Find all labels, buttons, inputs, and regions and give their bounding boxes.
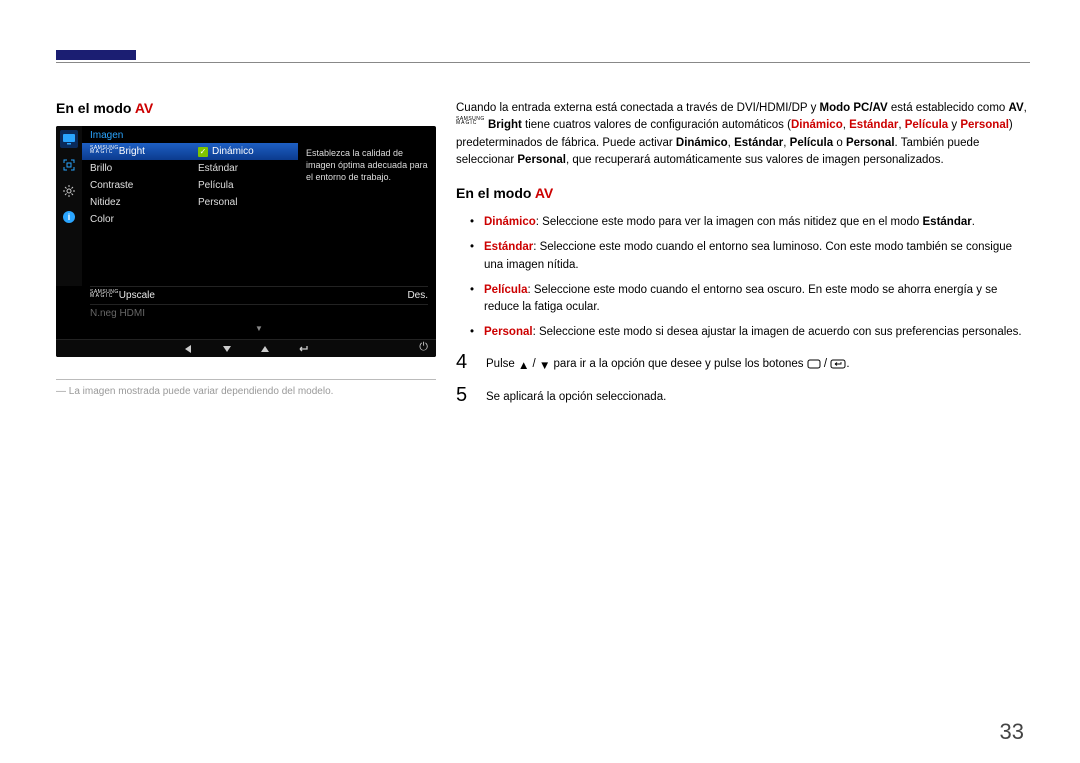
nav-up-icon [258,344,272,354]
osd-opt-pelicula: Película [190,177,298,194]
brand-tag-2: SAMSUNGMAGIC [90,290,119,298]
subheading-prefix-r: En el modo [456,185,535,201]
nav-down-icon [220,344,234,354]
step-number-5: 5 [456,385,472,406]
brand-tag-inline: SAMSUNGMAGIC [456,117,485,125]
osd-opt-personal: Personal [190,194,298,211]
check-icon: ✓ [198,147,208,157]
step-5: 5 Se aplicará la opción seleccionada. [456,385,1030,406]
content-columns: En el modo AV [56,100,1030,416]
osd-row-hdmi: N.neg HDMI [90,304,428,322]
subheading-av-mode-left: En el modo AV [56,100,436,116]
step-5-text: Se aplicará la opción seleccionada. [486,385,1030,406]
step-list: 4 Pulse ▲ / ▼ para ir a la opción que de… [456,352,1030,407]
osd-opt-dinamico-label: Dinámico [212,146,254,157]
step-number-4: 4 [456,352,472,375]
resize-icon [60,156,78,174]
osd-body: i Imagen SAMSUNGMAGICBright Brillo Contr… [56,126,436,286]
page: En el modo AV [0,0,1080,763]
down-triangle-icon: ▼ [539,358,550,375]
right-column: Cuando la entrada externa está conectada… [456,100,1030,416]
osd-scroll-down-icon: ▼ [90,322,428,335]
bullet-estandar: Estándar: Seleccione este modo cuando el… [470,239,1030,274]
subheading-prefix: En el modo [56,100,135,116]
nav-left-icon [182,344,196,354]
nav-enter-icon [296,344,310,354]
osd-row-upscale: SAMSUNGMAGICUpscale Des. [90,286,428,304]
osd-menu-col: SAMSUNGMAGICBright Brillo Contraste Niti… [82,143,190,228]
subheading-av-mode-right: En el modo AV [456,183,1030,204]
monitor-icon [60,130,78,148]
gear-icon [60,182,78,200]
osd-options-col: ✓ Dinámico Estándar Película Personal [190,143,298,228]
bullet-personal: Personal: Seleccione este modo si desea … [470,324,1030,341]
osd-screenshot: i Imagen SAMSUNGMAGICBright Brillo Contr… [56,126,436,357]
osd-item-color: Color [82,211,190,228]
model-note: La imagen mostrada puede variar dependie… [56,386,436,397]
step-4-text: Pulse ▲ / ▼ para ir a la opción que dese… [486,352,1030,375]
bullet-dinamico: Dinámico: Seleccione este modo para ver … [470,214,1030,231]
up-triangle-icon: ▲ [518,358,529,375]
brand-tag: SAMSUNGMAGIC [90,146,119,154]
subheading-av: AV [135,100,153,116]
osd-description: Establezca la calidad de imagen óptima a… [298,143,436,228]
header-rule [56,62,1030,63]
power-icon: ⏻ [419,341,428,354]
info-icon: i [60,208,78,226]
osd-opt-estandar: Estándar [190,160,298,177]
osd-item-contraste: Contraste [82,177,190,194]
osd-item-nitidez: Nitidez [82,194,190,211]
left-column: En el modo AV [56,100,436,416]
header-accent-bar [56,50,136,60]
osd-item-brillo: Brillo [82,160,190,177]
bullet-pelicula: Película: Seleccione este modo cuando el… [470,282,1030,317]
osd-item-bright: SAMSUNGMAGICBright [82,143,190,160]
subheading-av-r: AV [535,185,553,201]
mode-bullet-list: Dinámico: Seleccione este modo para ver … [470,214,1030,342]
rect-button-icon [807,358,821,375]
intro-paragraph: Cuando la entrada externa está conectada… [456,100,1030,169]
page-number: 33 [1000,719,1024,745]
osd-sidebar: i [56,126,82,286]
osd-hdmi-label: N.neg HDMI [90,308,145,319]
osd-upscale-label: SAMSUNGMAGICUpscale [90,290,155,301]
osd-lower: SAMSUNGMAGICUpscale Des. N.neg HDMI ▼ [56,286,436,339]
osd-title: Imagen [82,126,436,143]
svg-text:i: i [68,212,71,222]
osd-main: Imagen SAMSUNGMAGICBright Brillo Contras… [82,126,436,286]
enter-button-icon [830,358,846,375]
osd-rows: SAMSUNGMAGICBright Brillo Contraste Niti… [82,143,436,228]
note-rule [56,379,436,380]
osd-upscale-value: Des. [407,290,428,301]
osd-opt-dinamico: ✓ Dinámico [190,143,298,160]
osd-nav-bar: ⏻ [56,339,436,357]
step-4: 4 Pulse ▲ / ▼ para ir a la opción que de… [456,352,1030,375]
